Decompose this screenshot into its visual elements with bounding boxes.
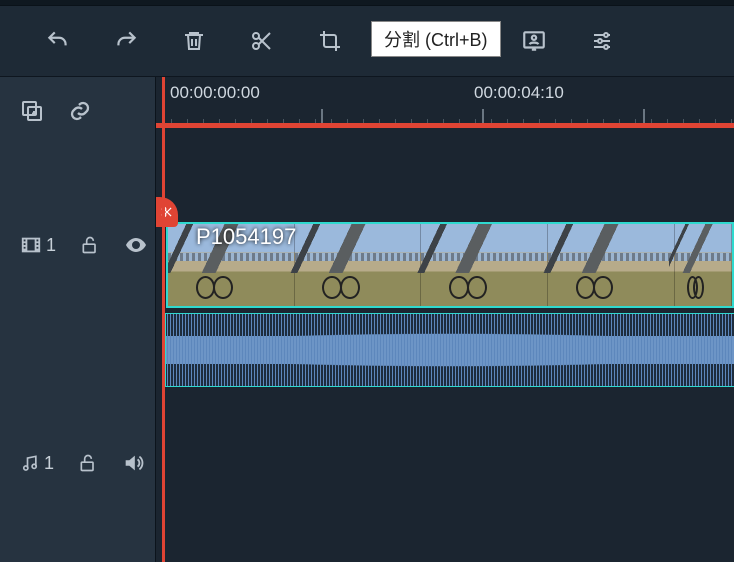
add-media-icon[interactable] <box>20 99 44 123</box>
crop-button[interactable] <box>316 27 344 55</box>
audio-mute-icon[interactable] <box>122 451 144 475</box>
adjust-button[interactable] <box>588 27 616 55</box>
playhead-line[interactable] <box>162 77 165 562</box>
delete-button[interactable] <box>180 27 208 55</box>
audio-track-header[interactable]: 1 <box>0 419 155 507</box>
audio-track-index: 1 <box>44 453 54 474</box>
timeline-toolbar: 分割 (Ctrl+B) <box>0 6 734 77</box>
audio-waveform <box>166 314 734 386</box>
video-track-icon: 1 <box>20 233 56 257</box>
audio-clip[interactable] <box>166 314 734 386</box>
timecode-start: 00:00:00:00 <box>170 83 260 103</box>
track-header-panel: 1 1 <box>0 77 156 562</box>
greenscreen-button[interactable] <box>520 27 548 55</box>
video-lock-icon[interactable] <box>80 233 100 257</box>
video-track-index: 1 <box>46 235 56 256</box>
redo-button[interactable] <box>112 27 140 55</box>
link-icon[interactable] <box>68 99 92 123</box>
video-track-header[interactable]: 1 <box>0 201 155 289</box>
audio-track-icon: 1 <box>20 451 54 475</box>
timeline-area[interactable]: 00:00:00:00 00:00:04:10 P1054197 <box>156 77 734 562</box>
undo-button[interactable] <box>44 27 72 55</box>
split-button[interactable]: 分割 (Ctrl+B) <box>248 27 276 55</box>
timecode-mark: 00:00:04:10 <box>474 83 564 103</box>
video-visibility-icon[interactable] <box>124 233 148 257</box>
audio-lock-icon[interactable] <box>78 451 98 475</box>
time-ruler[interactable]: 00:00:00:00 00:00:04:10 <box>156 77 734 127</box>
clip-name: P1054197 <box>196 224 296 250</box>
ruler-red-line <box>156 123 734 128</box>
video-clip[interactable]: P1054197 <box>166 222 734 308</box>
split-tooltip: 分割 (Ctrl+B) <box>371 21 501 57</box>
